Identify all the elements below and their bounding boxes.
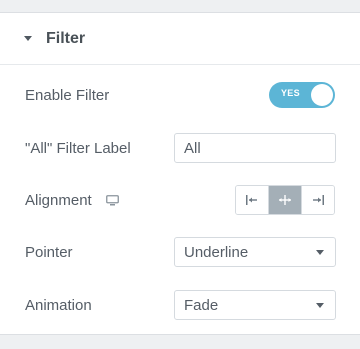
alignment-label-wrap: Alignment: [25, 192, 119, 209]
align-left-icon[interactable]: [236, 186, 268, 214]
section-header-filter[interactable]: Filter: [0, 13, 360, 65]
desktop-monitor-icon[interactable]: [105, 194, 119, 206]
align-center-icon[interactable]: [268, 186, 301, 214]
chevron-down-icon: [316, 302, 324, 308]
pointer-label: Pointer: [25, 243, 73, 261]
enable-filter-row: Enable Filter YES: [0, 77, 360, 113]
top-divider: [0, 0, 360, 13]
enable-filter-label: Enable Filter: [25, 86, 110, 104]
chevron-down-icon: [316, 249, 324, 255]
caret-down-icon: [24, 36, 32, 41]
all-filter-label-input[interactable]: [174, 133, 336, 163]
alignment-choices: [235, 185, 335, 215]
pointer-row: Pointer Underline: [0, 234, 360, 270]
filter-panel: Filter Enable Filter YES "All" Filter La…: [0, 13, 360, 349]
pointer-select-value: Underline: [184, 243, 249, 261]
enable-filter-toggle[interactable]: YES: [269, 82, 335, 108]
animation-row: Animation Fade: [0, 287, 360, 323]
toggle-knob: [311, 84, 333, 106]
pointer-select[interactable]: Underline: [174, 237, 336, 267]
animation-select[interactable]: Fade: [174, 290, 336, 320]
alignment-label: Alignment: [25, 191, 92, 209]
animation-label: Animation: [25, 296, 92, 314]
section-title: Filter: [46, 29, 86, 47]
all-filter-label-row: "All" Filter Label: [0, 130, 360, 166]
all-filter-label-label: "All" Filter Label: [25, 139, 131, 157]
align-right-icon[interactable]: [301, 186, 334, 214]
animation-select-value: Fade: [184, 296, 219, 314]
toggle-yes-text: YES: [281, 88, 300, 98]
alignment-row: Alignment: [0, 182, 360, 218]
